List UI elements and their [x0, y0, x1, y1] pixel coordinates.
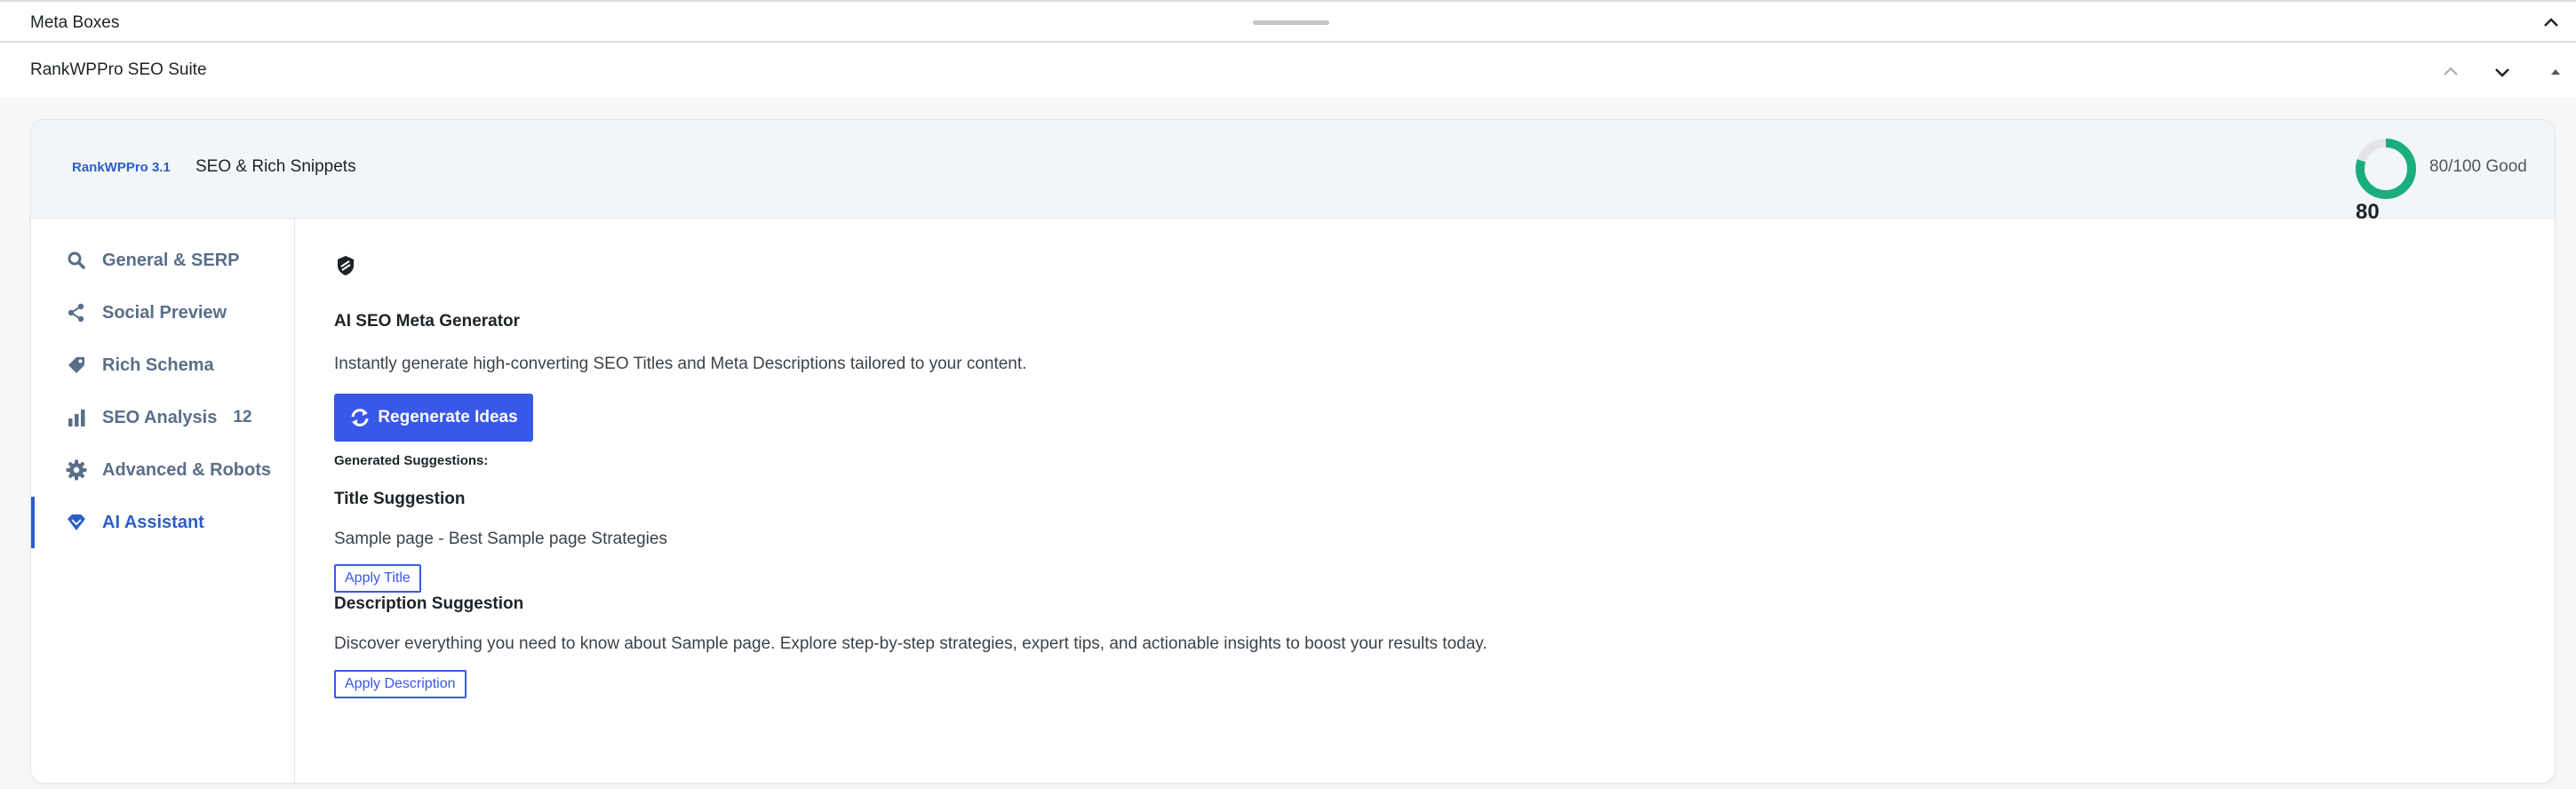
search-icon: [65, 249, 88, 272]
panel-header: RankWPPro 3.1 SEO & Rich Snippets 80 80/…: [31, 120, 2555, 224]
title-suggestion-text: Sample page - Best Sample page Strategie…: [334, 530, 667, 548]
meta-boxes-title: Meta Boxes: [30, 13, 120, 32]
sidebar-item-schema[interactable]: Rich Schema: [31, 339, 294, 391]
sidebar-item-label: Social Preview: [102, 302, 227, 323]
score-label: 80/100 Good: [2429, 157, 2527, 176]
generated-suggestions-label: Generated Suggestions:: [334, 453, 489, 468]
meta-boxes-bar: Meta Boxes: [0, 0, 2576, 43]
diamond-icon: [65, 511, 88, 534]
move-down-icon[interactable]: [2489, 59, 2516, 85]
sidebar-item-label: Rich Schema: [102, 355, 214, 375]
sidebar-nav: General & SERP Social Preview Rich Schem…: [31, 219, 295, 783]
tag-icon: [65, 354, 88, 377]
chevron-up-icon[interactable]: [2538, 9, 2564, 36]
bar-chart-icon: [65, 406, 88, 429]
sidebar-item-general[interactable]: General & SERP: [31, 235, 294, 286]
postbox-header: RankWPPro SEO Suite: [0, 43, 2576, 98]
title-suggestion-heading: Title Suggestion: [334, 490, 466, 508]
sidebar-item-label: SEO Analysis: [102, 407, 218, 427]
ai-generator-heading: AI SEO Meta Generator: [334, 312, 521, 331]
toggle-panel-icon[interactable]: [2542, 59, 2569, 85]
refresh-icon: [351, 409, 369, 426]
brand-version: RankWPPro 3.1: [72, 160, 171, 175]
sidebar-item-ai[interactable]: AI Assistant: [31, 497, 294, 548]
sidebar-item-label: Advanced & Robots: [102, 459, 272, 480]
drag-handle-icon[interactable]: [1253, 20, 1329, 25]
score-ring: [2356, 139, 2416, 199]
sidebar-item-label: AI Assistant: [102, 512, 204, 532]
ai-generator-description: Instantly generate high-converting SEO T…: [334, 355, 1027, 373]
apply-title-button[interactable]: Apply Title: [334, 564, 421, 593]
regenerate-ideas-button[interactable]: Regenerate Ideas: [334, 394, 533, 442]
analysis-count-badge: 12: [233, 408, 252, 426]
sidebar-item-social[interactable]: Social Preview: [31, 287, 294, 339]
postbox-title: RankWPPro SEO Suite: [30, 60, 207, 79]
shield-icon: [338, 256, 354, 275]
description-suggestion-text: Discover everything you need to know abo…: [334, 634, 1487, 653]
description-suggestion-heading: Description Suggestion: [334, 594, 524, 613]
sidebar-item-label: General & SERP: [102, 250, 240, 270]
apply-description-button[interactable]: Apply Description: [334, 670, 467, 698]
regenerate-label: Regenerate Ideas: [378, 408, 518, 426]
move-up-icon[interactable]: [2437, 59, 2464, 85]
sidebar-item-analysis[interactable]: SEO Analysis 12: [31, 392, 294, 443]
sidebar-item-advanced[interactable]: Advanced & Robots: [31, 444, 294, 496]
postbox: RankWPPro SEO Suite RankWPPro 3.1 SEO & …: [0, 43, 2576, 789]
ai-assistant-content: AI SEO Meta Generator Instantly generate…: [334, 219, 2511, 783]
gear-icon: [65, 458, 88, 482]
panel-subtitle: SEO & Rich Snippets: [195, 157, 356, 176]
seo-panel: RankWPPro 3.1 SEO & Rich Snippets 80 80/…: [30, 119, 2556, 784]
share-icon: [65, 301, 88, 324]
